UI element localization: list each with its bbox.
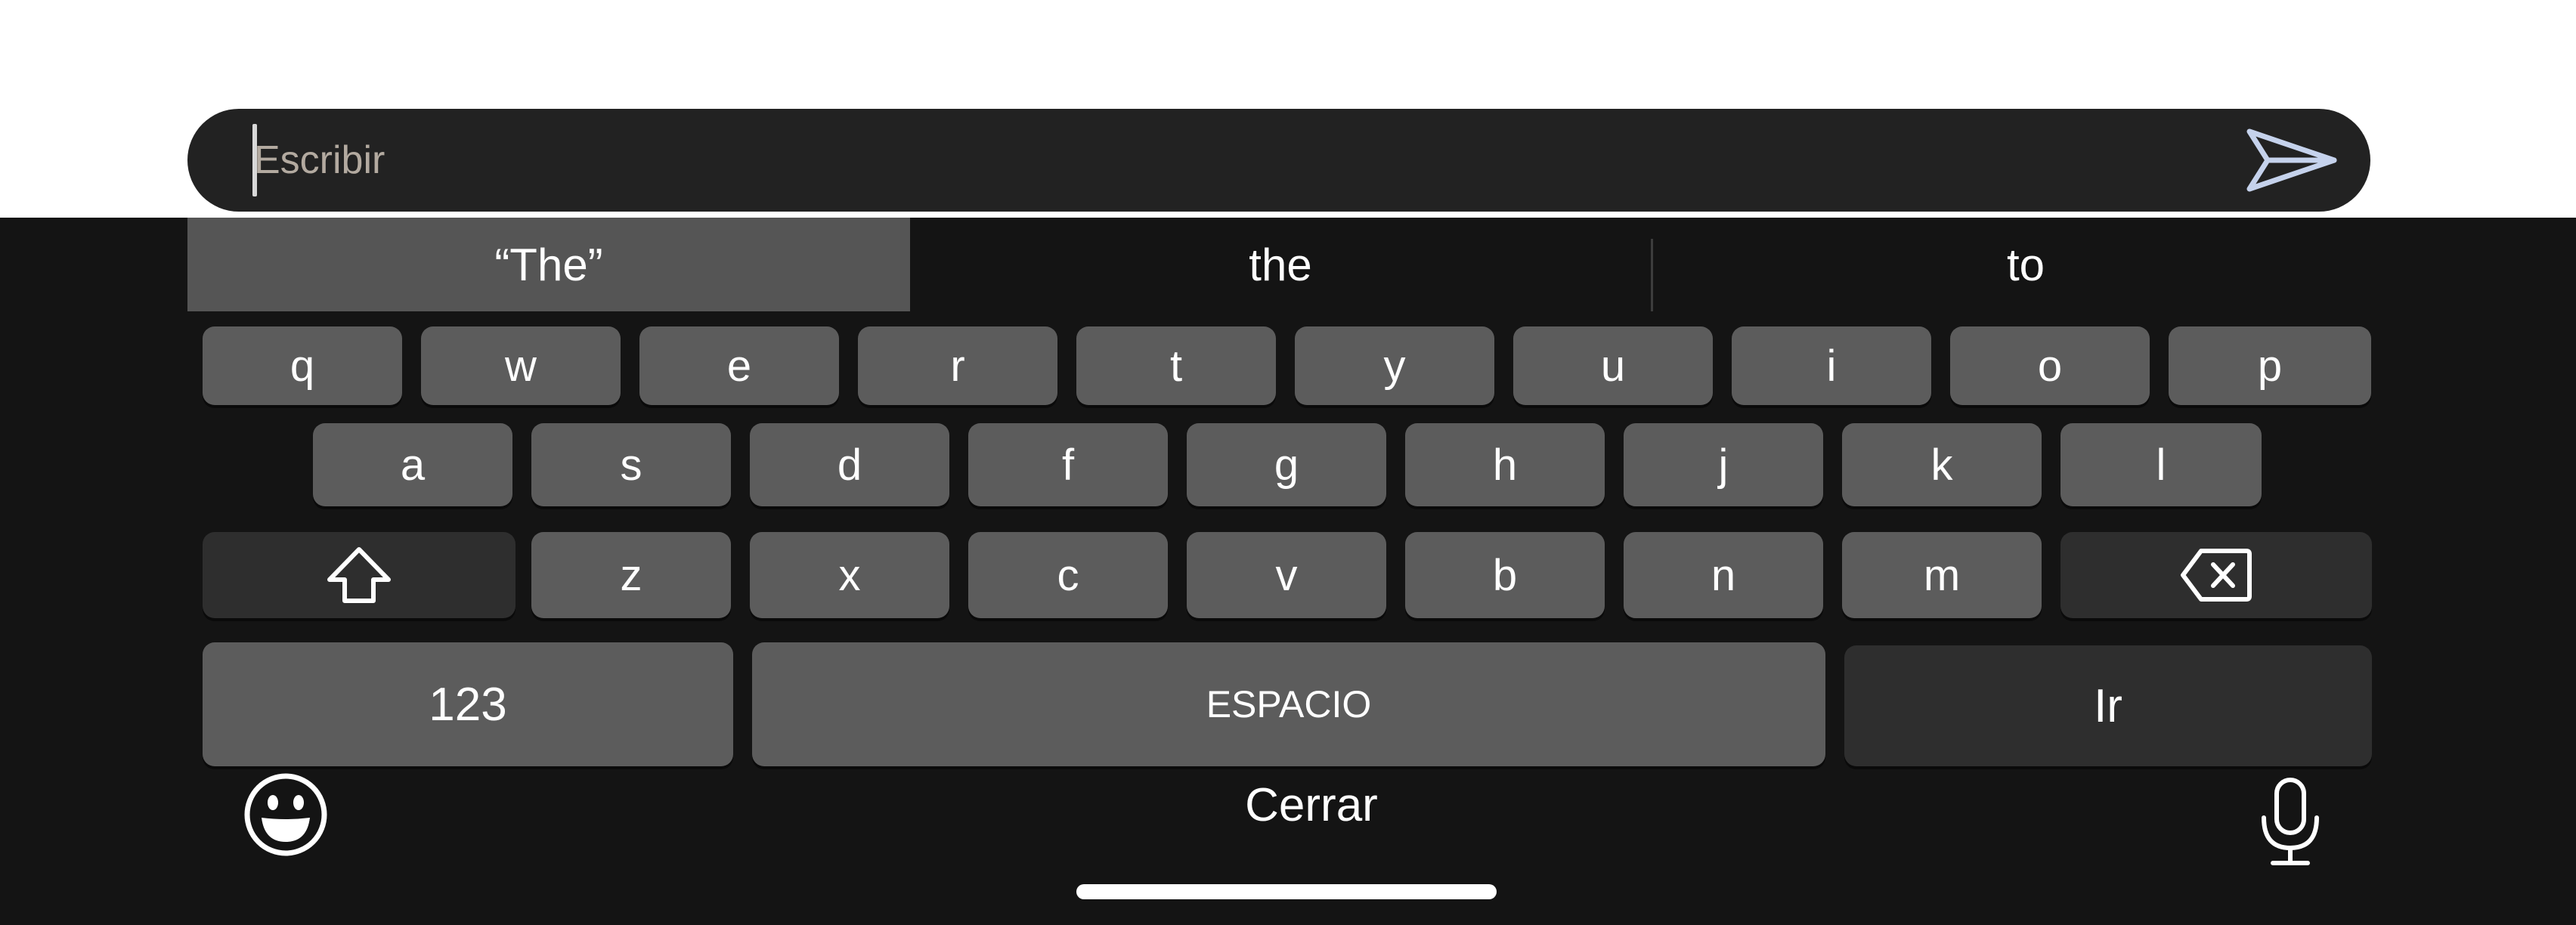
close-keyboard-button[interactable]: Cerrar	[1179, 772, 1444, 837]
home-indicator	[1076, 884, 1497, 899]
key-label: r	[950, 341, 965, 391]
key-p[interactable]: p	[2169, 326, 2371, 405]
key-label: p	[2257, 341, 2283, 391]
key-label: i	[1826, 341, 1837, 391]
key-label: a	[400, 440, 426, 490]
key-l[interactable]: l	[2060, 423, 2262, 506]
suggestion-label: to	[2006, 239, 2045, 290]
key-label: t	[1169, 341, 1183, 391]
screen: “The” the to q w e r t y u i o p a s d f…	[0, 0, 2576, 925]
key-label: v	[1275, 550, 1298, 600]
key-label: ESPACIO	[1206, 683, 1372, 725]
key-e[interactable]: e	[639, 326, 839, 405]
key-k[interactable]: k	[1842, 423, 2042, 506]
key-label: u	[1600, 341, 1626, 391]
key-label: z	[620, 550, 642, 600]
key-y[interactable]: y	[1295, 326, 1494, 405]
key-n[interactable]: n	[1624, 532, 1823, 618]
key-w[interactable]: w	[421, 326, 621, 405]
key-label: l	[2156, 440, 2166, 490]
key-x[interactable]: x	[750, 532, 949, 618]
microphone-icon	[2262, 778, 2319, 865]
key-z[interactable]: z	[531, 532, 731, 618]
key-c[interactable]: c	[968, 532, 1168, 618]
message-input-bar	[187, 109, 2370, 212]
key-label: b	[1492, 550, 1518, 600]
message-input[interactable]	[254, 122, 2219, 198]
key-h[interactable]: h	[1405, 423, 1605, 506]
send-icon	[2246, 128, 2337, 192]
key-label: w	[505, 341, 537, 391]
key-label: m	[1923, 550, 1961, 600]
microphone-button[interactable]	[2248, 772, 2333, 872]
suggestion-label: the	[1249, 239, 1312, 290]
key-label: s	[620, 440, 642, 490]
send-button[interactable]	[2245, 125, 2339, 195]
keyboard: “The” the to q w e r t y u i o p a s d f…	[0, 218, 2576, 925]
key-m[interactable]: m	[1842, 532, 2042, 618]
key-label: d	[837, 440, 862, 490]
key-label: y	[1383, 341, 1406, 391]
key-label: e	[726, 341, 752, 391]
key-q[interactable]: q	[203, 326, 402, 405]
key-label: 123	[429, 678, 507, 731]
key-label: q	[289, 341, 315, 391]
suggestion-label: “The”	[494, 239, 603, 290]
key-j[interactable]: j	[1624, 423, 1823, 506]
key-label: o	[2037, 341, 2063, 391]
shift-icon	[327, 547, 391, 603]
suggestion-1[interactable]: “The”	[187, 218, 910, 311]
backspace-icon	[2181, 549, 2252, 602]
key-s[interactable]: s	[531, 423, 731, 506]
key-label: h	[1492, 440, 1518, 490]
emoji-button[interactable]	[243, 772, 328, 857]
go-key[interactable]: Ir	[1844, 645, 2372, 766]
suggestion-3[interactable]: to	[1652, 218, 2399, 311]
key-d[interactable]: d	[750, 423, 949, 506]
suggestion-2[interactable]: the	[910, 218, 1651, 311]
backspace-key[interactable]	[2060, 532, 2372, 618]
key-v[interactable]: v	[1187, 532, 1386, 618]
key-label: x	[838, 550, 861, 600]
space-key[interactable]: ESPACIO	[752, 642, 1825, 766]
key-label: Ir	[2094, 679, 2122, 732]
numbers-key[interactable]: 123	[203, 642, 733, 766]
shift-key[interactable]	[203, 532, 516, 618]
key-r[interactable]: r	[858, 326, 1057, 405]
emoji-icon	[244, 773, 327, 856]
key-a[interactable]: a	[313, 423, 512, 506]
key-t[interactable]: t	[1076, 326, 1276, 405]
close-keyboard-label: Cerrar	[1245, 778, 1378, 831]
key-label: g	[1274, 440, 1299, 490]
key-f[interactable]: f	[968, 423, 1168, 506]
key-label: f	[1061, 440, 1075, 490]
key-label: k	[1930, 440, 1953, 490]
key-label: j	[1718, 440, 1729, 490]
key-g[interactable]: g	[1187, 423, 1386, 506]
key-i[interactable]: i	[1732, 326, 1931, 405]
key-o[interactable]: o	[1950, 326, 2150, 405]
key-b[interactable]: b	[1405, 532, 1605, 618]
key-label: c	[1057, 550, 1079, 600]
key-label: n	[1711, 550, 1736, 600]
key-u[interactable]: u	[1513, 326, 1713, 405]
